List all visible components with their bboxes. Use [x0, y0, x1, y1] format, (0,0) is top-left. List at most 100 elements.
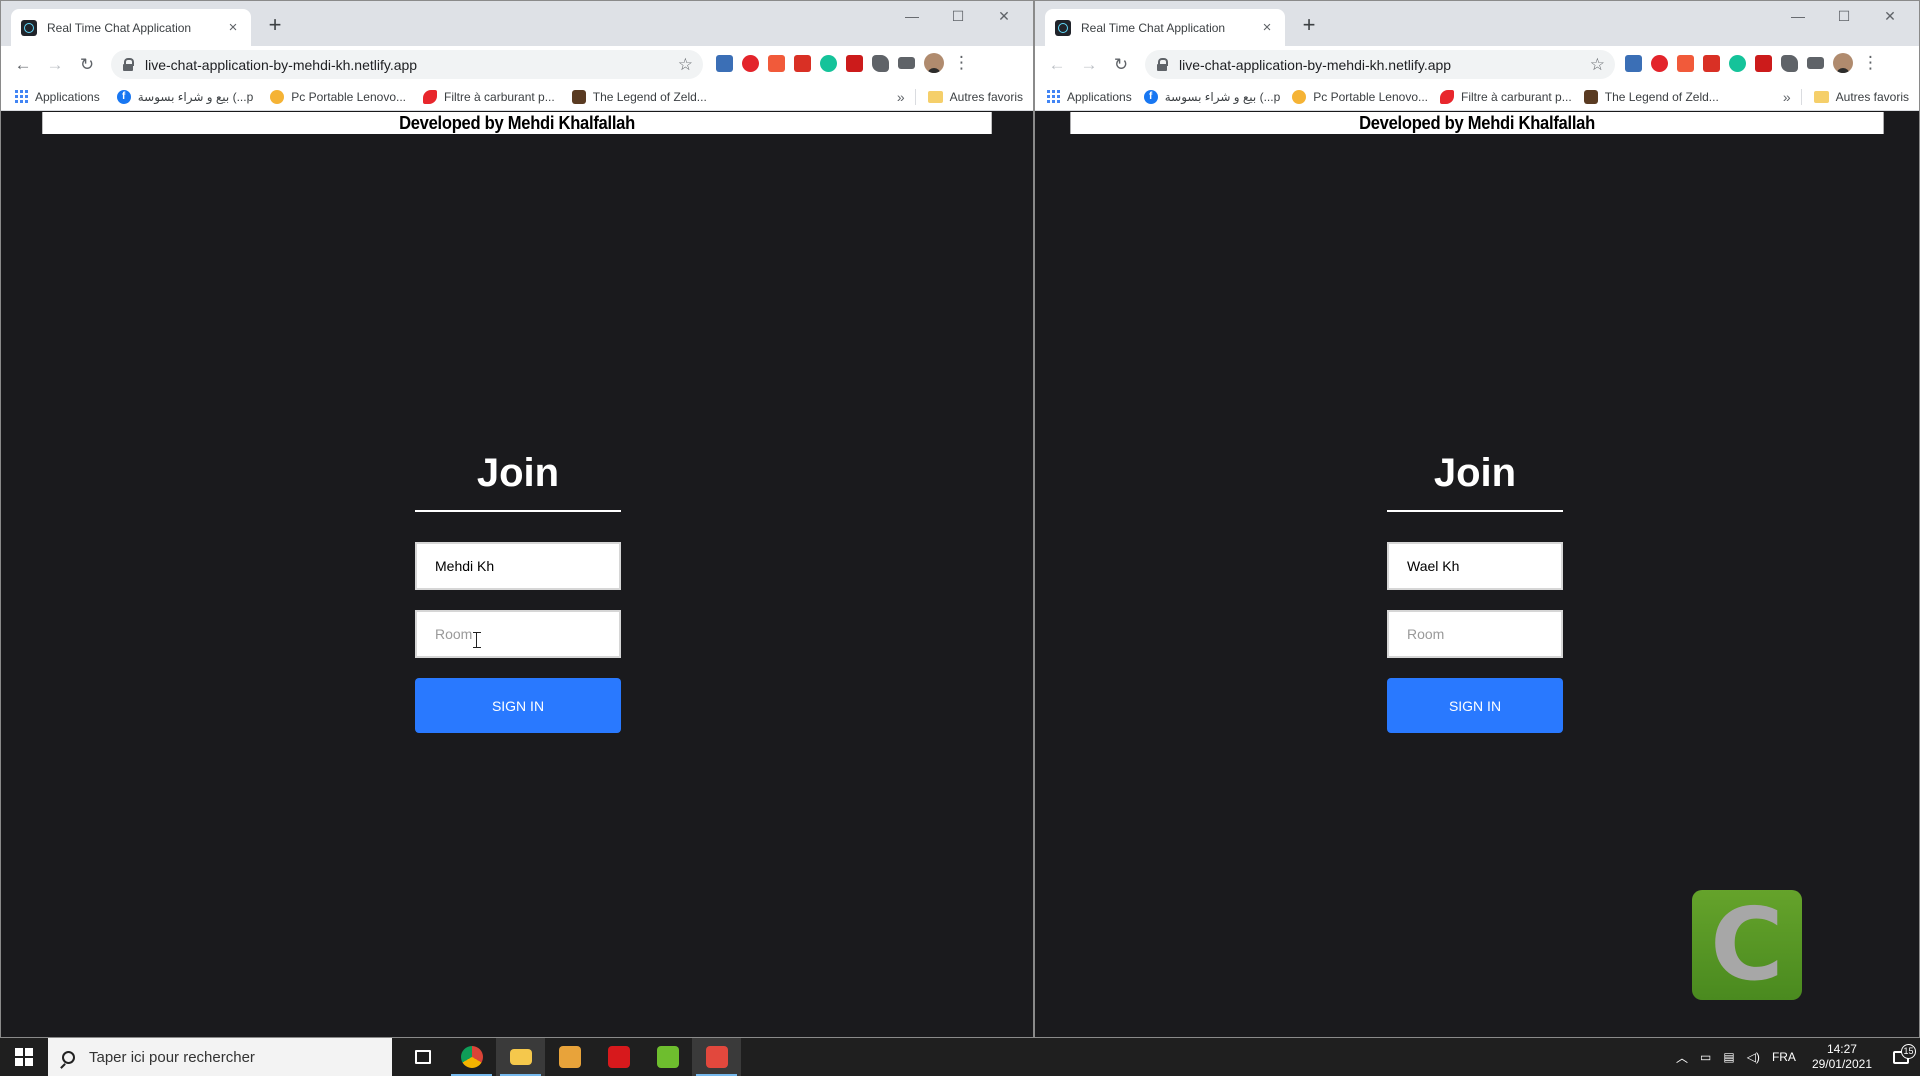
back-button[interactable]: ← [1043, 51, 1071, 79]
close-tab-icon[interactable]: × [225, 19, 241, 36]
bookmark-lenovo[interactable]: Pc Portable Lenovo... [270, 89, 406, 104]
bookmark-label: بيع و شراء بسوسة (...p [137, 89, 254, 104]
more-bookmarks-icon[interactable]: » [1783, 89, 1791, 105]
media-control-icon[interactable] [1807, 57, 1824, 69]
sign-in-button[interactable]: SIGN IN [415, 678, 621, 733]
task-view-button[interactable] [398, 1038, 447, 1076]
bookmark-applications[interactable]: Applications [15, 90, 100, 104]
tab-title: Real Time Chat Application [1081, 20, 1226, 35]
folder-icon [927, 90, 943, 103]
taskbar-chrome[interactable] [447, 1038, 496, 1076]
bookmark-facebook[interactable]: f بيع و شراء بسوسة (...p [116, 89, 254, 104]
search-icon [62, 1050, 75, 1064]
taskbar-camtasia-editor[interactable] [643, 1038, 692, 1076]
url-text: live-chat-application-by-mehdi-kh.netlif… [1179, 56, 1452, 73]
extensions-puzzle-icon[interactable] [1781, 54, 1798, 72]
reload-button[interactable]: ↻ [73, 51, 101, 79]
developer-banner: Developed by Mehdi Khalfallah [42, 112, 992, 134]
minimize-button[interactable]: — [889, 5, 935, 27]
more-bookmarks-icon[interactable]: » [897, 89, 905, 105]
extensions-puzzle-icon[interactable] [872, 54, 889, 72]
reload-button[interactable]: ↻ [1107, 51, 1135, 79]
bookmark-lenovo[interactable]: Pc Portable Lenovo... [1292, 89, 1428, 104]
profile-avatar[interactable] [924, 53, 944, 73]
media-control-icon[interactable] [898, 57, 915, 69]
extension-hola-icon[interactable] [768, 54, 785, 72]
bookmark-filtre[interactable]: Filtre à carburant p... [1440, 89, 1572, 104]
bookmark-filtre[interactable]: Filtre à carburant p... [423, 89, 555, 104]
bookmark-applications[interactable]: Applications [1047, 90, 1132, 104]
chrome-icon [460, 1046, 483, 1068]
bookmark-label: Autres favoris [949, 89, 1023, 104]
forward-button[interactable]: → [41, 51, 69, 79]
taskbar-app-owl[interactable] [545, 1038, 594, 1076]
name-input[interactable] [415, 542, 621, 590]
camtasia-recorder-icon[interactable]: C [1692, 890, 1802, 1000]
extension-grammarly-icon[interactable] [820, 54, 837, 72]
search-placeholder: Taper ici pour rechercher [89, 1048, 255, 1066]
minimize-button[interactable]: — [1775, 5, 1821, 27]
bookmark-folder-other[interactable]: Autres favoris [1813, 90, 1909, 104]
network-icon[interactable]: ▤ [1717, 1050, 1740, 1064]
device-icon[interactable]: ▭ [1694, 1050, 1717, 1064]
new-tab-button[interactable]: + [1297, 13, 1321, 37]
owl-app-icon [558, 1046, 581, 1068]
browser-menu-icon[interactable]: ⋮ [953, 53, 970, 73]
show-hidden-icons-icon[interactable]: ︿ [1670, 1049, 1694, 1066]
taskbar-acrobat[interactable] [594, 1038, 643, 1076]
camtasia-icon [656, 1046, 679, 1068]
extension-photo-icon[interactable] [716, 54, 733, 72]
join-form: Join SIGN IN [415, 451, 621, 733]
sign-in-button[interactable]: SIGN IN [1387, 678, 1563, 733]
action-center-button[interactable]: 15 [1882, 1043, 1920, 1064]
extension-hola-icon[interactable] [1677, 54, 1694, 72]
window-controls: — ☐ ✕ [1775, 5, 1913, 27]
room-input[interactable] [1387, 610, 1563, 658]
new-tab-button[interactable]: + [263, 13, 287, 37]
profile-avatar[interactable] [1833, 53, 1853, 73]
start-button[interactable] [0, 1038, 48, 1076]
taskbar-search[interactable]: Taper ici pour rechercher [48, 1038, 392, 1076]
extension-photo-icon[interactable] [1625, 54, 1642, 72]
forward-button[interactable]: → [1075, 51, 1103, 79]
window-controls: — ☐ ✕ [889, 5, 1027, 27]
address-bar[interactable]: live-chat-application-by-mehdi-kh.netlif… [111, 50, 703, 79]
browser-window-left: Real Time Chat Application × + — ☐ ✕ ← →… [0, 0, 1034, 1038]
close-window-button[interactable]: ✕ [1867, 5, 1913, 27]
clock[interactable]: 14:27 29/01/2021 [1802, 1042, 1882, 1072]
lock-icon [1155, 57, 1169, 72]
browser-menu-icon[interactable]: ⋮ [1862, 53, 1879, 73]
extension-pdf-icon[interactable] [846, 54, 863, 72]
tab-chat-app[interactable]: Real Time Chat Application × [11, 9, 251, 46]
extension-opera-icon[interactable] [1651, 54, 1668, 72]
maximize-button[interactable]: ☐ [1821, 5, 1867, 27]
language-indicator[interactable]: FRA [1766, 1050, 1802, 1064]
maximize-button[interactable]: ☐ [935, 5, 981, 27]
extension-red-icon[interactable] [1703, 54, 1720, 72]
bookmark-facebook[interactable]: f بيع و شراء بسوسة (...p [1143, 89, 1280, 104]
bookmark-folder-other[interactable]: Autres favoris [927, 89, 1023, 104]
close-window-button[interactable]: ✕ [981, 5, 1027, 27]
bookmark-star-icon[interactable]: ☆ [678, 55, 693, 75]
address-bar[interactable]: live-chat-application-by-mehdi-kh.netlif… [1145, 50, 1615, 79]
browser-toolbar: ← → ↻ live-chat-application-by-mehdi-kh.… [1035, 46, 1919, 83]
extension-opera-icon[interactable] [742, 54, 759, 72]
extension-pdf-icon[interactable] [1755, 54, 1772, 72]
tab-chat-app[interactable]: Real Time Chat Application × [1045, 9, 1285, 46]
zelda-icon [571, 89, 586, 104]
taskbar-camtasia-recorder[interactable] [692, 1038, 741, 1076]
extension-grammarly-icon[interactable] [1729, 54, 1746, 72]
bookmark-star-icon[interactable]: ☆ [1590, 55, 1605, 75]
extension-red-icon[interactable] [794, 54, 811, 72]
close-tab-icon[interactable]: × [1259, 19, 1275, 36]
browser-window-right: Real Time Chat Application × + — ☐ ✕ ← →… [1034, 0, 1920, 1038]
tab-title: Real Time Chat Application [47, 20, 192, 35]
name-input[interactable] [1387, 542, 1563, 590]
car-parts-icon [1440, 89, 1455, 104]
bookmark-zelda[interactable]: The Legend of Zeld... [571, 89, 707, 104]
bookmark-zelda[interactable]: The Legend of Zeld... [1583, 89, 1719, 104]
volume-icon[interactable]: ◁) [1741, 1050, 1766, 1064]
back-button[interactable]: ← [9, 51, 37, 79]
room-input[interactable] [415, 610, 621, 658]
taskbar-file-explorer[interactable] [496, 1038, 545, 1076]
